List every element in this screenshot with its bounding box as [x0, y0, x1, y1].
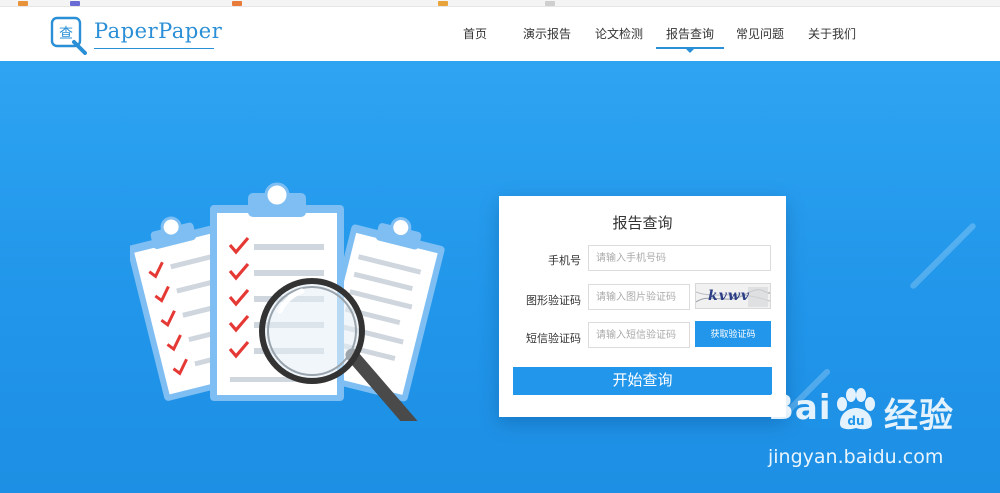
form-title: 报告查询	[612, 214, 673, 232]
baidu-jingyan-watermark: Bai du 经验 jingyan.baidu.com	[760, 380, 990, 480]
phone-input[interactable]	[588, 245, 771, 271]
browser-bookmark-strip	[0, 0, 1000, 7]
nav-item-home[interactable]: 首页	[446, 7, 504, 61]
clipboard-magnifier-illustration	[130, 182, 445, 421]
decorative-stripe	[909, 222, 977, 290]
start-query-button[interactable]: 开始查询	[513, 367, 772, 395]
logo-mark-char: 查	[59, 26, 73, 42]
nav-item-report-query[interactable]: 报告查询	[656, 7, 724, 61]
sms-label: 短信验证码	[526, 332, 581, 345]
sms-code-input[interactable]	[588, 322, 690, 348]
captcha-text: kvwv	[708, 288, 751, 304]
logo-text: PaperPaper	[94, 19, 223, 43]
nav-item-about-us[interactable]: 关于我们	[792, 7, 872, 61]
search-magnifier-logo-icon: 查	[50, 16, 87, 55]
nav-item-faq[interactable]: 常见问题	[728, 7, 792, 61]
watermark-brand-right: 经验	[884, 396, 954, 436]
phone-label: 手机号	[548, 254, 581, 267]
bookmark-favicon[interactable]	[232, 1, 242, 6]
report-query-form: 报告查询 手机号 图形验证码 kvwv 短信验证码 获取验证码 开始查询	[499, 196, 786, 417]
nav-item-demo-report[interactable]: 演示报告	[504, 7, 590, 61]
main-nav: 首页 演示报告 论文检测 报告查询 常见问题 关于我们	[446, 7, 872, 61]
get-sms-code-button[interactable]: 获取验证码	[695, 321, 771, 347]
captcha-input[interactable]	[588, 284, 690, 310]
bookmark-favicon[interactable]	[70, 1, 80, 6]
site-logo[interactable]: 查 PaperPaper	[50, 15, 223, 55]
nav-item-paper-check[interactable]: 论文检测	[590, 7, 648, 61]
hero-banner: 报告查询 手机号 图形验证码 kvwv 短信验证码 获取验证码 开始查询 Bai	[0, 61, 1000, 493]
site-header: 查 PaperPaper 首页 演示报告 论文检测 报告查询 常见问题 关于我们	[0, 7, 1000, 61]
svg-text:du: du	[847, 414, 864, 428]
baidu-paw-icon: du	[837, 388, 875, 430]
bookmark-favicon[interactable]	[18, 1, 28, 6]
bookmark-favicon[interactable]	[438, 1, 448, 6]
bookmark-favicon[interactable]	[545, 1, 555, 6]
captcha-label: 图形验证码	[526, 294, 581, 307]
watermark-brand-left: Bai	[768, 388, 832, 428]
watermark-url: jingyan.baidu.com	[768, 446, 944, 468]
captcha-image[interactable]: kvwv	[695, 283, 771, 309]
logo-underline	[94, 48, 214, 49]
